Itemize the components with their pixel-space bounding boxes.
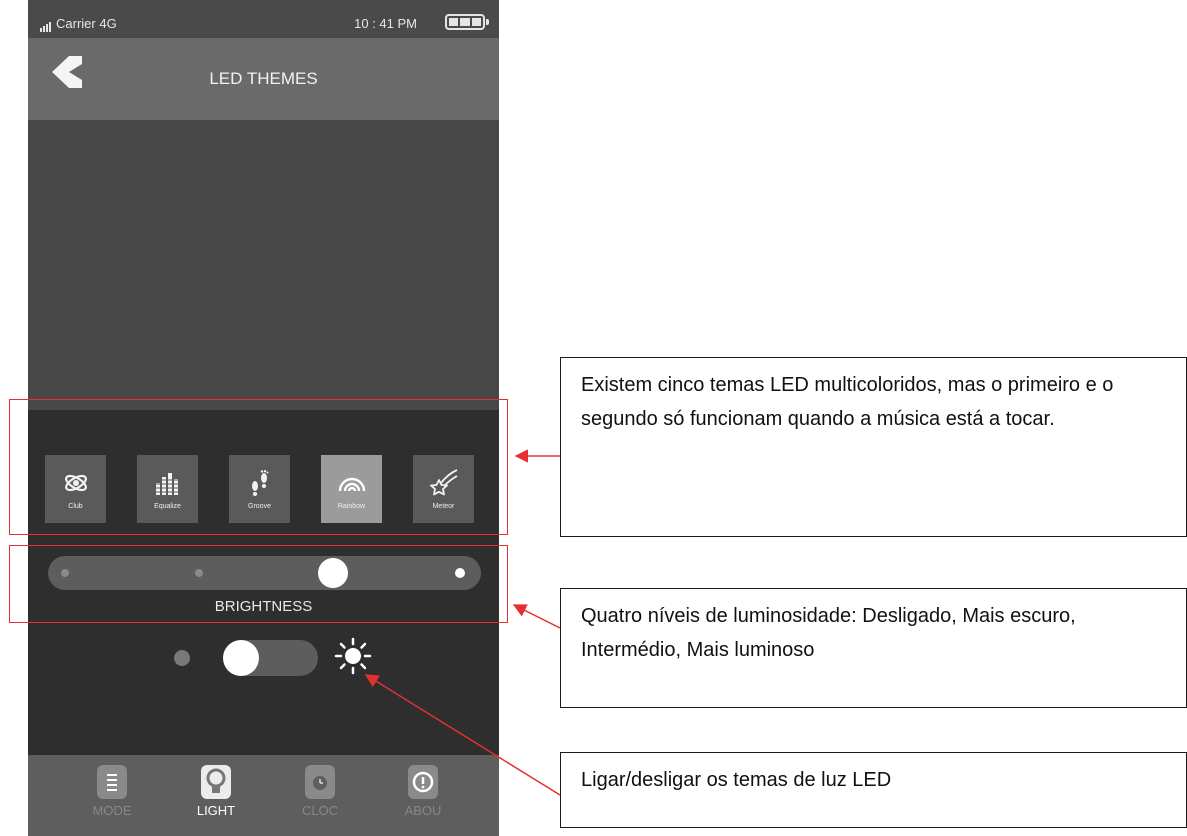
themes-callout: Existem cinco temas LED multicoloridos, … (560, 357, 1187, 537)
toggle-arrow (364, 674, 561, 796)
brightness-callout: Quatro níveis de luminosidade: Desligado… (560, 588, 1187, 708)
brightness-arrow (512, 604, 561, 629)
toggle-callout: Ligar/desligar os temas de luz LED (560, 752, 1187, 828)
